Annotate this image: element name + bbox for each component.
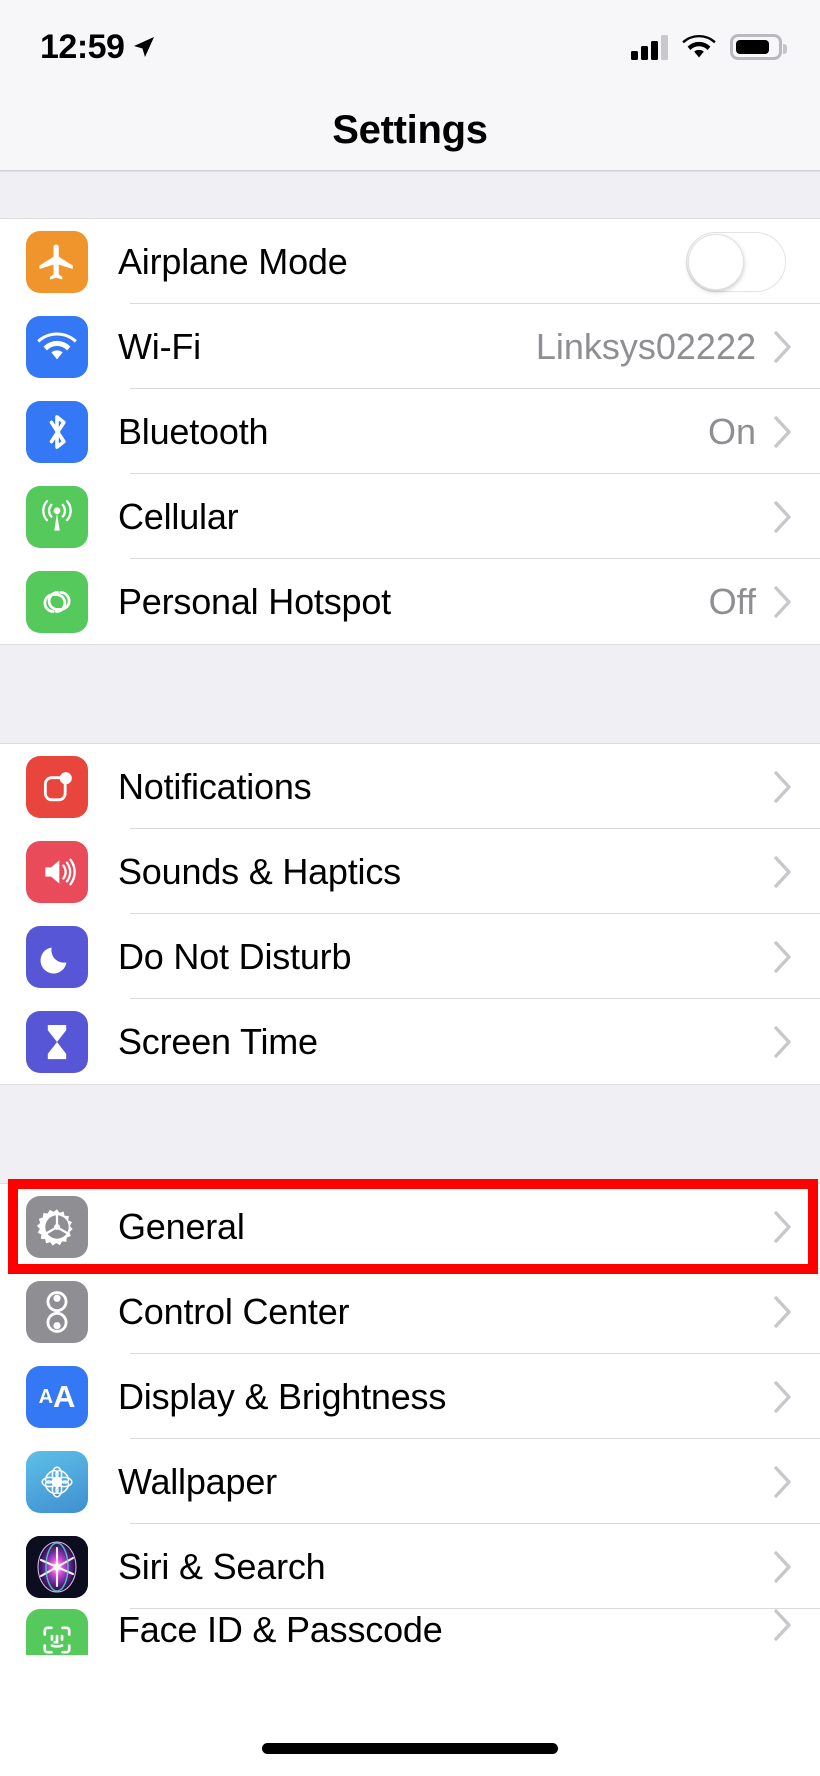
- display-brightness-icon: AA: [26, 1365, 88, 1428]
- settings-row-personal-hotspot[interactable]: Personal Hotspot Off: [0, 559, 820, 644]
- chevron-right-icon: [774, 855, 792, 888]
- siri-search-icon: [26, 1535, 88, 1598]
- settings-row-label: Personal Hotspot: [118, 580, 391, 622]
- settings-row-display-brightness[interactable]: AA Display & Brightness: [0, 1354, 820, 1439]
- settings-row-label: Bluetooth: [118, 410, 269, 452]
- wifi-icon: [26, 315, 88, 378]
- settings-row-value: On: [707, 410, 756, 452]
- chevron-right-icon: [774, 1295, 792, 1328]
- settings-row-label: Face ID & Passcode: [118, 1609, 443, 1650]
- do-not-disturb-icon: [26, 925, 88, 988]
- chevron-right-icon: [774, 770, 792, 803]
- status-bar-right: [631, 30, 787, 60]
- chevron-right-icon: [774, 940, 792, 973]
- settings-row-screen-time[interactable]: Screen Time: [0, 999, 820, 1084]
- settings-row-sounds-haptics[interactable]: Sounds & Haptics: [0, 829, 820, 914]
- settings-group-connectivity: Airplane Mode Wi-Fi Linksys02222 Bluetoo…: [0, 219, 820, 644]
- chevron-right-icon: [774, 415, 792, 448]
- settings-row-general[interactable]: General: [0, 1184, 820, 1269]
- personal-hotspot-icon: [26, 570, 88, 633]
- settings-row-siri-search[interactable]: Siri & Search: [0, 1524, 820, 1609]
- group-spacer-1: [0, 644, 820, 744]
- chevron-right-icon: [774, 1465, 792, 1498]
- settings-row-label: Cellular: [118, 495, 239, 537]
- settings-screen: 12:59 Settings Airplane Mode Wi-Fi Links…: [0, 0, 820, 1776]
- status-bar-clock: 12:59: [40, 28, 125, 66]
- status-bar-left: 12:59: [40, 26, 156, 64]
- airplane-icon: [26, 230, 88, 293]
- settings-row-label: Control Center: [118, 1290, 350, 1332]
- settings-row-label: Wallpaper: [118, 1460, 277, 1502]
- settings-row-label: Airplane Mode: [118, 240, 348, 282]
- cellular-icon: [26, 485, 88, 548]
- settings-row-control-center[interactable]: Control Center: [0, 1269, 820, 1354]
- wallpaper-icon: [26, 1450, 88, 1513]
- settings-row-airplane-mode[interactable]: Airplane Mode: [0, 219, 820, 304]
- settings-row-do-not-disturb[interactable]: Do Not Disturb: [0, 914, 820, 999]
- group-spacer-top: [0, 171, 820, 219]
- location-arrow-icon: [132, 31, 156, 59]
- status-bar: 12:59: [0, 0, 820, 90]
- battery-icon: [730, 34, 787, 60]
- face-id-icon: [26, 1609, 88, 1655]
- settings-row-label: Siri & Search: [118, 1545, 326, 1587]
- gear-icon: [26, 1195, 88, 1258]
- settings-row-value: Linksys02222: [535, 325, 756, 367]
- settings-row-label: Notifications: [118, 765, 312, 807]
- chevron-right-icon: [774, 1609, 792, 1641]
- settings-group-system: General Control Center A A Display & Bri…: [0, 1179, 820, 1655]
- navigation-bar: Settings: [0, 90, 820, 170]
- settings-row-label: Display & Brightness: [118, 1375, 447, 1417]
- home-indicator: [262, 1743, 558, 1754]
- chevron-right-icon: [774, 1210, 792, 1243]
- settings-row-label: Screen Time: [118, 1020, 318, 1062]
- chevron-right-icon: [774, 330, 792, 363]
- chevron-right-icon: [774, 1550, 792, 1583]
- chevron-right-icon: [774, 1025, 792, 1058]
- chevron-right-icon: [774, 1380, 792, 1413]
- notifications-icon: [26, 755, 88, 818]
- toggle-knob: [688, 233, 744, 290]
- settings-row-label: Do Not Disturb: [118, 935, 352, 977]
- group-spacer-2: [0, 1084, 820, 1184]
- settings-row-label: Sounds & Haptics: [118, 850, 401, 892]
- settings-group-alerts: Notifications Sounds & Haptics Do Not Di…: [0, 744, 820, 1084]
- page-title: Settings: [332, 107, 488, 152]
- settings-row-bluetooth[interactable]: Bluetooth On: [0, 389, 820, 474]
- cellular-signal-icon: [631, 34, 668, 60]
- settings-row-label: Wi-Fi: [118, 325, 201, 367]
- settings-row-notifications[interactable]: Notifications: [0, 744, 820, 829]
- general-row-wrapper: General: [0, 1179, 820, 1274]
- wifi-icon: [682, 34, 716, 60]
- bluetooth-icon: [26, 400, 88, 463]
- settings-row-label: General: [118, 1205, 245, 1247]
- airplane-mode-toggle[interactable]: [686, 231, 786, 292]
- settings-row-cellular[interactable]: Cellular: [0, 474, 820, 559]
- chevron-right-icon: [774, 500, 792, 533]
- settings-row-face-id-passcode[interactable]: Face ID & Passcode: [0, 1609, 820, 1655]
- settings-row-wifi[interactable]: Wi-Fi Linksys02222: [0, 304, 820, 389]
- chevron-right-icon: [774, 585, 792, 618]
- settings-row-value: Off: [708, 580, 756, 622]
- screen-time-icon: [26, 1010, 88, 1073]
- sounds-haptics-icon: [26, 840, 88, 903]
- settings-row-wallpaper[interactable]: Wallpaper: [0, 1439, 820, 1524]
- control-center-icon: [26, 1280, 88, 1343]
